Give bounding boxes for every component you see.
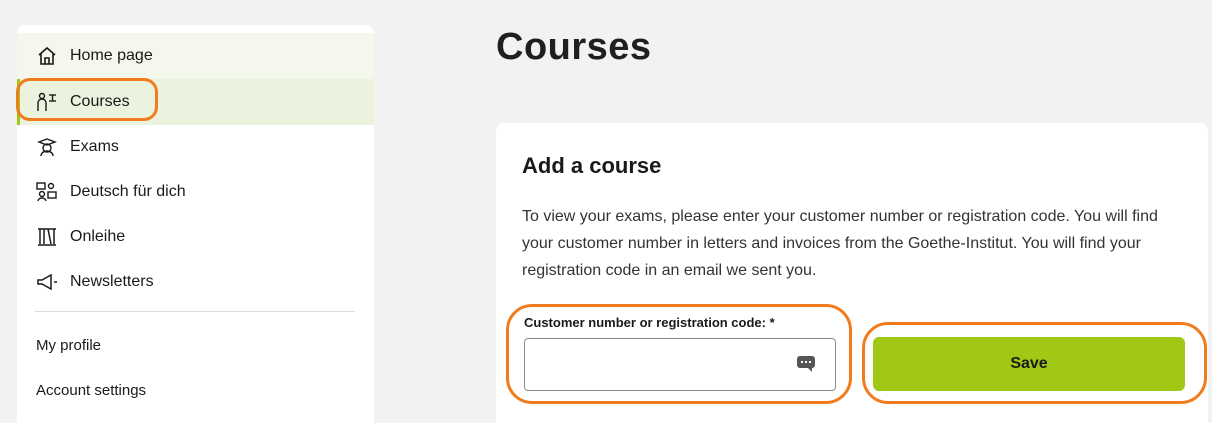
megaphone-icon — [36, 271, 58, 293]
page-title: Courses — [496, 26, 652, 68]
sidebar-item-account-settings[interactable]: Account settings — [36, 382, 146, 399]
house-icon — [36, 45, 58, 67]
sidebar-item-exams[interactable]: Exams — [17, 124, 374, 170]
sidebar-item-label: Exams — [70, 138, 119, 155]
sidebar-item-home[interactable]: Home page — [17, 33, 374, 79]
save-button[interactable]: Save — [873, 337, 1185, 391]
customer-number-label: Customer number or registration code: * — [524, 315, 775, 330]
graduate-icon — [36, 136, 58, 158]
sidebar-item-deutsch-fuer-dich[interactable]: Deutsch für dich — [17, 169, 374, 215]
students-icon — [36, 91, 58, 113]
page: Home page Courses Exams Deutsch für dich… — [0, 0, 1212, 423]
add-course-card: Add a course To view your exams, please … — [496, 123, 1208, 423]
card-description: To view your exams, please enter your cu… — [522, 208, 1158, 279]
people-chat-icon — [36, 181, 58, 203]
customer-number-input[interactable] — [524, 338, 836, 391]
keyboard-hint-icon — [796, 355, 816, 373]
sidebar-item-label: Onleihe — [70, 228, 126, 245]
sidebar-item-label: Newsletters — [70, 273, 154, 290]
sidebar-item-label: Deutsch für dich — [70, 183, 186, 200]
sidebar-divider — [35, 311, 355, 312]
bookshelf-icon — [36, 226, 58, 248]
sidebar-item-newsletters[interactable]: Newsletters — [17, 259, 374, 305]
card-title: Add a course — [522, 153, 662, 178]
sidebar-item-label: Home page — [70, 47, 153, 64]
sidebar: Home page Courses Exams Deutsch für dich… — [17, 25, 374, 423]
sidebar-item-label: Courses — [70, 93, 130, 110]
sidebar-item-courses[interactable]: Courses — [17, 79, 374, 125]
sidebar-item-onleihe[interactable]: Onleihe — [17, 214, 374, 260]
sidebar-item-my-profile[interactable]: My profile — [36, 337, 101, 354]
